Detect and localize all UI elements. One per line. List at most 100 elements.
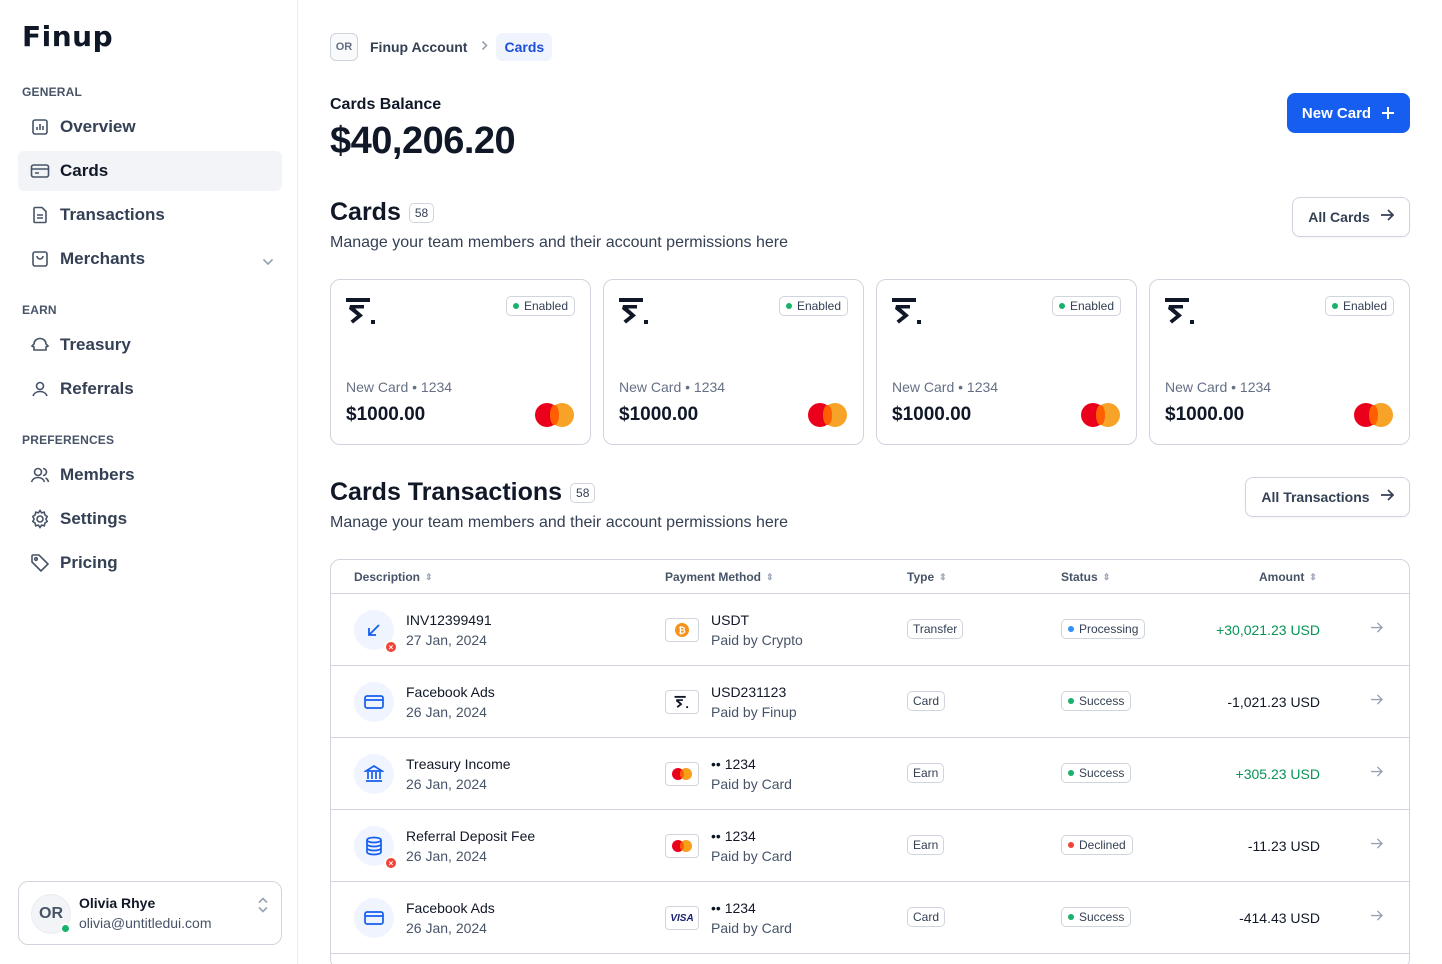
status-dot [1068,626,1074,632]
column-header-type[interactable]: Type ⇕ [907,570,947,584]
sidebar-item-label: Members [60,465,135,484]
status-badge-label: Success [1079,694,1125,708]
mastercard-icon [535,403,575,427]
cards-section-title: Cards 58 [330,198,435,227]
transaction-amount: +305.23 USD [1235,766,1320,782]
column-header-label: Type [907,570,935,584]
status-badge-label: Processing [1079,622,1139,636]
sidebar-item-label: Treasury [60,335,131,354]
arrow-right-icon[interactable] [1370,620,1383,638]
status-dot [512,303,519,309]
credit-card-icon [354,898,394,938]
chevron-down-icon[interactable] [262,251,274,271]
all-transactions-button[interactable]: All Transactions [1245,477,1410,517]
tag-icon [30,553,50,573]
balance-value: $40,206.20 [330,120,516,162]
column-header-label: Status [1061,570,1098,584]
arrow-right-icon[interactable] [1370,908,1383,926]
user-name: Olivia Rhye [79,895,156,911]
status-badge-label: Enabled [1069,299,1114,313]
card-name: New Card • 1234 [619,379,726,395]
chevron-selector-icon[interactable] [257,896,269,919]
status-badge-label: Declined [1079,838,1126,852]
sort-icon: ⇕ [939,571,947,582]
bitcoin-icon: ₿ [665,618,699,642]
type-badge: Card [907,691,946,711]
type-badge: Earn [907,763,945,783]
credit-card-icon [354,682,394,722]
transaction-amount: -11.23 USD [1247,838,1320,854]
payment-method-subtitle: Paid by Finup [711,704,797,720]
status-badge-label: Success [1079,910,1125,924]
sidebar-item-pricing[interactable]: Pricing [18,543,282,583]
status-badge: Success [1061,907,1132,927]
column-header-status[interactable]: Status ⇕ [1061,570,1110,584]
transactions-subtitle: Manage your team members and their accou… [330,514,788,531]
column-header-description[interactable]: Description ⇕ [354,570,433,584]
table-row[interactable]: Facebook Ads 26 Jan, 2024 USD231123 Paid… [331,666,1409,738]
sidebar-item-overview[interactable]: Overview [18,107,282,147]
sidebar-item-cards[interactable]: Cards [18,151,282,191]
breadcrumb-account-avatar[interactable]: OR [330,33,358,61]
breadcrumb-current[interactable]: Cards [496,33,553,61]
chevron-right-icon [481,38,489,56]
column-header-payment-method[interactable]: Payment Method ⇕ [665,570,774,584]
app-logo[interactable]: Finup [22,20,113,53]
finup-logo-icon [665,690,699,714]
status-badge-label: Enabled [796,299,841,313]
visa-label: VISA [670,912,694,924]
table-row[interactable]: Treasury Income 26 Jan, 2024 •• 1234 Pai… [331,738,1409,810]
arrow-down-left-icon: × [354,610,398,654]
sidebar-item-referrals[interactable]: Referrals [18,369,282,409]
column-header-amount[interactable]: Amount ⇕ [1259,570,1317,584]
arrow-right-icon[interactable] [1370,764,1383,782]
arrow-right-icon[interactable] [1370,836,1383,854]
sidebar-item-label: Pricing [60,553,118,572]
payment-method-subtitle: Paid by Card [711,848,792,864]
sidebar-item-members[interactable]: Members [18,455,282,495]
finup-logo-icon [892,296,924,331]
all-cards-button[interactable]: All Cards [1292,197,1410,237]
sort-icon: ⇕ [766,571,774,582]
status-dot [1331,303,1338,309]
online-status-indicator [60,923,71,934]
breadcrumb-account-link[interactable]: Finup Account [370,39,467,55]
card-amount: $1000.00 [619,404,699,425]
sidebar-item-transactions[interactable]: Transactions [18,195,282,235]
sidebar-item-treasury[interactable]: Treasury [18,325,282,365]
card-name: New Card • 1234 [346,379,453,395]
column-header-label: Amount [1259,570,1305,584]
all-cards-label: All Cards [1308,209,1370,225]
status-dot [1068,842,1074,848]
sidebar-item-merchants[interactable]: Merchants [18,239,282,279]
transaction-date: 27 Jan, 2024 [406,632,487,648]
new-card-button-label: New Card [1301,104,1372,122]
transaction-amount: -414.43 USD [1239,910,1320,926]
card-tile[interactable]: Enabled New Card • 1234 $1000.00 [330,279,591,445]
card-tile[interactable]: Enabled New Card • 1234 $1000.00 [876,279,1137,445]
arrow-right-icon[interactable] [1370,692,1383,710]
user-account-menu[interactable]: OR Olivia Rhye olivia@untitledui.com [18,881,282,945]
table-header: Description ⇕ Payment Method ⇕ Type ⇕ Statu… [331,560,1409,594]
table-row[interactable]: Facebook Ads 26 Jan, 2024 VISA •• 1234 P… [331,882,1409,954]
visa-icon: VISA [665,906,699,930]
card-amount: $1000.00 [346,404,426,425]
sort-icon: ⇕ [425,571,433,582]
mastercard-icon [1354,403,1394,427]
bank-icon [354,754,394,794]
card-tile[interactable]: Enabled New Card • 1234 $1000.00 [1149,279,1410,445]
transaction-date: 26 Jan, 2024 [406,776,487,792]
transaction-description: Referral Deposit Fee [406,828,536,844]
transactions-title: Cards Transactions [330,478,563,506]
status-dot [1068,914,1074,920]
status-dot [785,303,792,309]
new-card-button[interactable]: New Card [1287,93,1410,133]
card-tile[interactable]: Enabled New Card • 1234 $1000.00 [603,279,864,445]
table-row[interactable]: × Referral Deposit Fee 26 Jan, 2024 •• 1… [331,810,1409,882]
credit-card-icon [30,161,50,181]
bar-chart-icon [30,117,50,137]
status-dot [1068,698,1074,704]
transaction-description: Treasury Income [406,756,511,772]
sidebar-item-settings[interactable]: Settings [18,499,282,539]
table-row[interactable]: × INV12399491 27 Jan, 2024 ₿ USDT Paid b… [331,594,1409,666]
